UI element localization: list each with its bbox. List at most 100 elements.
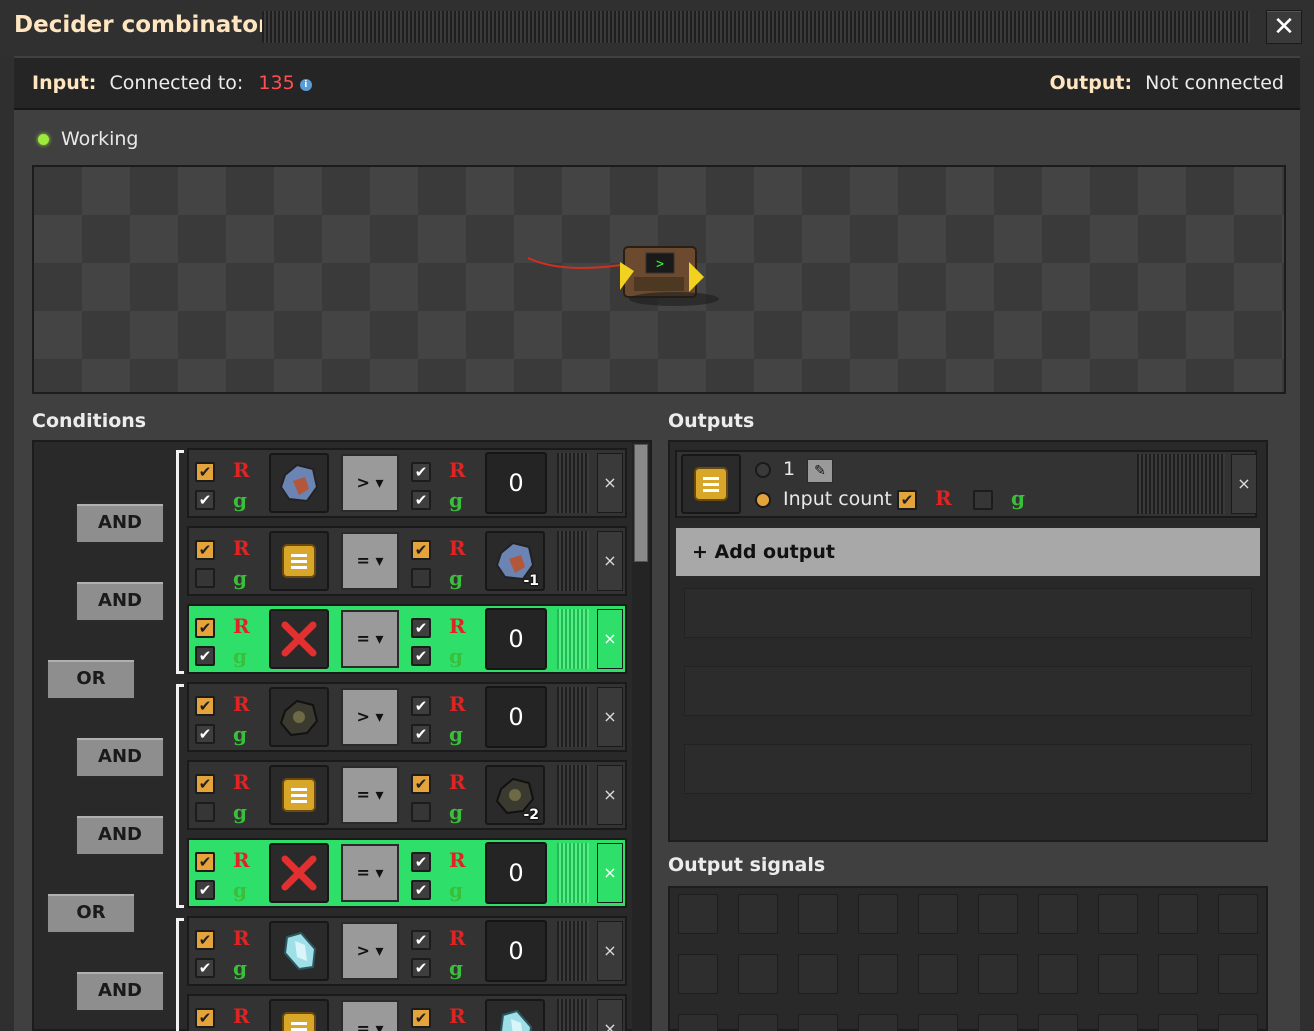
- and-button-1[interactable]: AND: [75, 502, 165, 544]
- right-green-checkbox[interactable]: ✔: [411, 958, 431, 978]
- comparator-dropdown[interactable]: > ▾: [341, 922, 399, 980]
- condition-drag-handle[interactable]: [557, 609, 589, 669]
- remove-condition-button[interactable]: ×: [597, 531, 623, 591]
- constant-radio[interactable]: [755, 462, 771, 478]
- right-red-checkbox[interactable]: ✔: [411, 774, 431, 794]
- left-green-checkbox[interactable]: [195, 802, 215, 822]
- close-button[interactable]: ✕: [1266, 10, 1302, 44]
- or-button-1[interactable]: OR: [46, 658, 136, 700]
- input-network-id[interactable]: 135: [258, 72, 294, 94]
- right-green-checkbox[interactable]: ✔: [411, 646, 431, 666]
- constant-value: 1: [783, 458, 796, 480]
- output-signal-slot[interactable]: [681, 454, 741, 514]
- right-green-checkbox[interactable]: [411, 802, 431, 822]
- right-red-checkbox[interactable]: ✔: [411, 540, 431, 560]
- left-green-checkbox[interactable]: ✔: [195, 646, 215, 666]
- condition-signal-slot[interactable]: [269, 765, 329, 825]
- comparator-dropdown[interactable]: = ▾: [341, 844, 399, 902]
- condition-signal-slot[interactable]: [269, 687, 329, 747]
- and-button-4[interactable]: AND: [75, 814, 165, 856]
- remove-condition-button[interactable]: ×: [597, 765, 623, 825]
- left-red-checkbox[interactable]: ✔: [195, 1008, 215, 1028]
- or-button-2[interactable]: OR: [46, 892, 136, 934]
- left-green-checkbox[interactable]: [195, 568, 215, 588]
- remove-condition-button[interactable]: ×: [597, 921, 623, 981]
- remove-output-button[interactable]: ×: [1231, 454, 1257, 514]
- remove-condition-button[interactable]: ×: [597, 609, 623, 669]
- second-signal-slot[interactable]: [485, 999, 545, 1031]
- condition-drag-handle[interactable]: [557, 843, 589, 903]
- right-green-checkbox[interactable]: ✔: [411, 724, 431, 744]
- left-red-checkbox[interactable]: ✔: [195, 696, 215, 716]
- input-count-radio[interactable]: [755, 492, 771, 508]
- left-red-checkbox[interactable]: ✔: [195, 852, 215, 872]
- drag-handle[interactable]: [262, 11, 1250, 43]
- comparator-dropdown[interactable]: = ▾: [341, 532, 399, 590]
- comparator-dropdown[interactable]: > ▾: [341, 688, 399, 746]
- second-signal-slot[interactable]: -1: [485, 531, 545, 591]
- signal-slot: [738, 1014, 778, 1031]
- remove-condition-button[interactable]: ×: [597, 843, 623, 903]
- condition-drag-handle[interactable]: [557, 531, 589, 591]
- comparator-dropdown[interactable]: = ▾: [341, 1000, 399, 1031]
- condition-signal-slot[interactable]: [269, 999, 329, 1031]
- left-green-checkbox[interactable]: ✔: [195, 880, 215, 900]
- condition-signal-slot[interactable]: [269, 921, 329, 981]
- output-green-checkbox[interactable]: [973, 490, 993, 510]
- condition-drag-handle[interactable]: [557, 921, 589, 981]
- and-button-3[interactable]: AND: [75, 736, 165, 778]
- condition-signal-slot[interactable]: [269, 453, 329, 513]
- remove-condition-button[interactable]: ×: [597, 687, 623, 747]
- window-title: Decider combinator: [14, 12, 270, 38]
- conditions-scroll-thumb[interactable]: [634, 444, 648, 562]
- condition-drag-handle[interactable]: [557, 453, 589, 513]
- condition-signal-slot[interactable]: [269, 609, 329, 669]
- left-red-checkbox[interactable]: ✔: [195, 930, 215, 950]
- left-green-checkbox[interactable]: ✔: [195, 724, 215, 744]
- output-row-drag-handle[interactable]: [1137, 454, 1225, 514]
- right-red-checkbox[interactable]: ✔: [411, 618, 431, 638]
- constant-value-field[interactable]: 0: [485, 686, 547, 748]
- left-red-checkbox[interactable]: ✔: [195, 618, 215, 638]
- signal-slot: [1158, 894, 1198, 934]
- and-button-2[interactable]: AND: [75, 580, 165, 622]
- right-green-checkbox[interactable]: [411, 568, 431, 588]
- condition-drag-handle[interactable]: [557, 687, 589, 747]
- comparator-dropdown[interactable]: = ▾: [341, 610, 399, 668]
- and-button-5[interactable]: AND: [75, 970, 165, 1012]
- right-red-checkbox[interactable]: ✔: [411, 852, 431, 872]
- condition-drag-handle[interactable]: [557, 999, 589, 1031]
- red-wire-icon: R: [233, 926, 250, 950]
- right-green-checkbox[interactable]: ✔: [411, 490, 431, 510]
- left-red-checkbox[interactable]: ✔: [195, 774, 215, 794]
- title-bar[interactable]: Decider combinator ✕: [0, 0, 1314, 56]
- condition-signal-slot[interactable]: [269, 531, 329, 591]
- left-red-checkbox[interactable]: ✔: [195, 462, 215, 482]
- right-red-checkbox[interactable]: ✔: [411, 930, 431, 950]
- constant-value-field[interactable]: 0: [485, 842, 547, 904]
- left-red-checkbox[interactable]: ✔: [195, 540, 215, 560]
- info-icon[interactable]: i: [299, 78, 312, 91]
- right-red-checkbox[interactable]: ✔: [411, 462, 431, 482]
- constant-value-field[interactable]: 0: [485, 452, 547, 514]
- comparator-dropdown[interactable]: = ▾: [341, 766, 399, 824]
- condition-signal-slot[interactable]: [269, 843, 329, 903]
- right-green-checkbox[interactable]: ✔: [411, 880, 431, 900]
- remove-condition-button[interactable]: ×: [597, 453, 623, 513]
- left-green-checkbox[interactable]: ✔: [195, 490, 215, 510]
- constant-value: 0: [508, 859, 524, 887]
- connection-bar: Input: Connected to: 135 i Output: Not c…: [14, 58, 1300, 110]
- right-red-checkbox[interactable]: ✔: [411, 1008, 431, 1028]
- right-red-checkbox[interactable]: ✔: [411, 696, 431, 716]
- second-signal-slot[interactable]: -2: [485, 765, 545, 825]
- comparator-dropdown[interactable]: > ▾: [341, 454, 399, 512]
- condition-drag-handle[interactable]: [557, 765, 589, 825]
- output-red-checkbox[interactable]: ✔: [897, 490, 917, 510]
- constant-value-field[interactable]: 0: [485, 920, 547, 982]
- left-green-checkbox[interactable]: ✔: [195, 958, 215, 978]
- edit-pencil-icon[interactable]: ✎: [807, 459, 833, 483]
- remove-condition-button[interactable]: ×: [597, 999, 623, 1031]
- add-output-button[interactable]: + Add output: [674, 526, 1262, 578]
- constant-value-field[interactable]: 0: [485, 608, 547, 670]
- condition-row: ✔ ✔ Rg = ▾ ✔ ✔ Rg 0 ×: [187, 604, 627, 674]
